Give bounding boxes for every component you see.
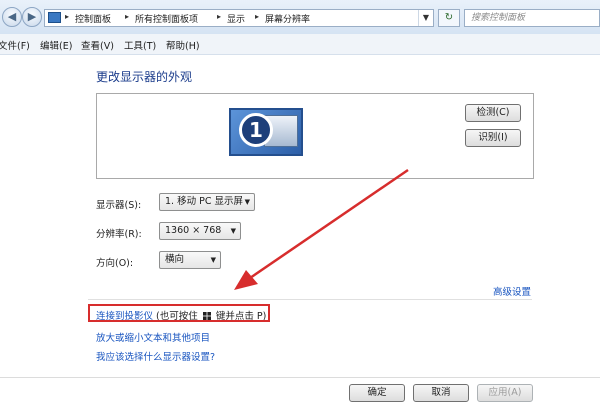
address-box[interactable]: ▸ 控制面板 ▸ 所有控制面板项 ▸ 显示 ▸ 屏幕分辨率 ▼ xyxy=(44,9,434,27)
control-panel-icon xyxy=(48,12,61,23)
breadcrumb-display[interactable]: 显示 xyxy=(227,12,245,25)
refresh-button[interactable]: ↻ xyxy=(438,9,460,27)
menu-tools[interactable]: 工具(T) xyxy=(124,38,156,52)
breadcrumb-separator-icon: ▸ xyxy=(125,12,130,21)
detect-button[interactable]: 检测(C) xyxy=(465,104,521,122)
chevron-down-icon: ▼ xyxy=(244,198,250,206)
resolution-select[interactable]: 1360 × 768 ▼ xyxy=(159,222,241,240)
breadcrumb-resolution[interactable]: 屏幕分辨率 xyxy=(265,12,310,25)
resolution-select-value: 1360 × 768 xyxy=(165,225,222,236)
menu-help[interactable]: 帮助(H) xyxy=(166,38,200,52)
apply-button[interactable]: 应用(A) xyxy=(477,384,533,402)
ok-button[interactable]: 确定 xyxy=(349,384,405,402)
identify-button[interactable]: 识别(I) xyxy=(465,129,521,147)
address-bar: ◀ ▶ ▸ 控制面板 ▸ 所有控制面板项 ▸ 显示 ▸ 屏幕分辨率 ▼ ↻ 搜索… xyxy=(0,0,600,35)
forward-button[interactable]: ▶ xyxy=(22,7,42,27)
breadcrumb-separator-icon: ▸ xyxy=(65,12,70,21)
back-button[interactable]: ◀ xyxy=(2,7,22,27)
annotation-highlight-box xyxy=(88,304,270,322)
menu-bar: 文件(F) 编辑(E) 查看(V) 工具(T) 帮助(H) xyxy=(0,34,600,55)
which-setting-link[interactable]: 我应该选择什么显示器设置? xyxy=(96,349,215,363)
display-select[interactable]: 1. 移动 PC 显示屏 ▼ xyxy=(159,193,255,211)
divider xyxy=(88,299,532,300)
forward-arrow-icon: ▶ xyxy=(27,10,37,23)
address-dropdown-button[interactable]: ▼ xyxy=(418,10,433,26)
annotation-arrow-line xyxy=(249,168,409,280)
footer-divider xyxy=(0,377,600,378)
breadcrumb-separator-icon: ▸ xyxy=(217,12,222,21)
text-size-link[interactable]: 放大或缩小文本和其他项目 xyxy=(96,330,210,344)
page-title: 更改显示器的外观 xyxy=(96,70,193,84)
annotation-arrow xyxy=(234,168,409,290)
chevron-down-icon: ▼ xyxy=(230,227,236,235)
menu-file[interactable]: 文件(F) xyxy=(0,38,30,52)
search-input[interactable]: 搜索控制面板 xyxy=(464,9,600,27)
advanced-settings-link[interactable]: 高级设置 xyxy=(493,284,531,298)
monitor-1-icon[interactable]: 1 xyxy=(229,108,303,156)
back-arrow-icon: ◀ xyxy=(7,10,17,23)
annotation-arrow-head xyxy=(234,270,258,290)
resolution-label: 分辨率(R): xyxy=(96,229,142,240)
refresh-icon: ↻ xyxy=(444,12,454,23)
breadcrumb-control-panel[interactable]: 控制面板 xyxy=(75,12,111,25)
orientation-select[interactable]: 横向 ▼ xyxy=(159,251,221,269)
display-select-value: 1. 移动 PC 显示屏 xyxy=(165,196,243,207)
cancel-button[interactable]: 取消 xyxy=(413,384,469,402)
breadcrumb-all-items[interactable]: 所有控制面板项 xyxy=(135,12,198,25)
orientation-label: 方向(O): xyxy=(96,258,134,269)
chevron-down-icon: ▼ xyxy=(422,13,430,22)
monitor-preview-area: 1 检测(C) 识别(I) xyxy=(96,93,534,179)
orientation-select-value: 横向 xyxy=(165,254,185,265)
monitor-number-badge: 1 xyxy=(239,113,273,147)
display-label: 显示器(S): xyxy=(96,200,142,211)
breadcrumb-separator-icon: ▸ xyxy=(255,12,260,21)
chevron-down-icon: ▼ xyxy=(210,256,216,264)
menu-edit[interactable]: 编辑(E) xyxy=(40,38,72,52)
menu-view[interactable]: 查看(V) xyxy=(81,38,114,52)
